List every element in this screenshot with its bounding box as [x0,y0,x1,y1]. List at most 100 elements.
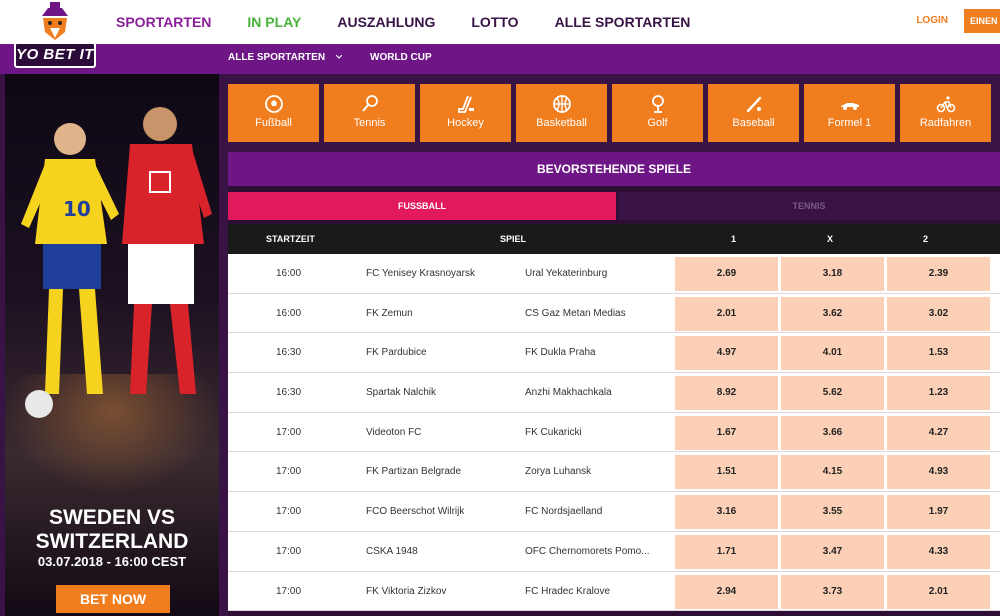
logo-text: YO BET IT [14,42,96,68]
odds-button-x[interactable]: 3.55 [781,495,884,530]
subnav-all-sports-label: ALLE SPORTARTEN [228,52,326,63]
sport-tile-hockey[interactable]: Hockey [420,84,511,142]
sport-tile-label: Fußball [255,117,292,129]
away-team: Zorya Luhansk [525,466,592,478]
nav-in-play[interactable]: IN PLAY [247,14,301,30]
main-nav: SPORTARTEN IN PLAY AUSZAHLUNG LOTTO ALLE… [116,0,726,44]
home-team: CSKA 1948 [366,545,418,557]
odds-button-1[interactable]: 2.69 [675,257,778,291]
odds-button-1[interactable]: 2.01 [675,296,778,331]
sport-tile-label: Tennis [353,117,386,129]
match-time: 17:00 [276,545,302,557]
odds-button-x[interactable]: 3.62 [781,296,884,331]
sport-tile-basketball[interactable]: Basketball [516,84,607,142]
odds-button-1[interactable]: 3.16 [675,495,778,530]
home-team: FK Partizan Belgrade [366,466,462,478]
player-switzerland-image [122,107,212,394]
home-team: Videoton FC [366,426,422,438]
home-team: FK Zemun [366,307,413,319]
nav-auszahlung[interactable]: AUSZAHLUNG [337,14,435,30]
away-team: OFC Chernomorets Pomo... [525,545,650,557]
odds-button-x[interactable]: 3.47 [781,534,884,569]
tab-fussball[interactable]: FUSSBALL [228,192,616,220]
tab-tennis[interactable]: TENNIS [618,192,1000,220]
sport-tile-label: Baseball [732,117,775,129]
sport-tile-formel1[interactable]: Formel 1 [804,84,895,142]
baseball-bat-icon [746,96,762,113]
match-time: 16:00 [276,307,302,319]
odds-button-x[interactable]: 4.15 [781,455,884,490]
table-row: 16:00 FC Yenisey Krasnoyarsk Ural Yekate… [228,254,1000,294]
match-time: 17:00 [276,426,302,438]
sport-tile-label: Formel 1 [827,117,872,129]
column-header-x: X [827,234,834,244]
race-car-icon [841,103,859,110]
nav-alle-sportarten[interactable]: ALLE SPORTARTEN [555,14,691,30]
away-team: FC Hradec Kralove [525,585,611,597]
home-team: FCO Beerschot Wilrijk [366,506,465,518]
hockey-stick-icon [458,95,474,113]
sport-tile-baseball[interactable]: Baseball [708,84,799,142]
nav-lotto[interactable]: LOTTO [471,14,518,30]
odds-button-2[interactable]: 4.93 [887,455,990,490]
odds-button-x[interactable]: 3.66 [781,415,884,450]
odds-button-1[interactable]: 4.97 [675,336,778,371]
odds-button-x[interactable]: 3.18 [781,257,884,291]
match-time: 17:00 [276,506,302,518]
sport-tile-label: Radfahren [919,117,972,129]
bicycle-icon [936,96,956,113]
odds-button-1[interactable]: 2.94 [675,574,778,609]
fox-icon [42,2,68,40]
odds-button-1[interactable]: 1.67 [675,415,778,450]
home-team: FC Yenisey Krasnoyarsk [366,268,475,279]
basketball-icon [553,95,571,113]
odds-button-1[interactable]: 8.92 [675,376,778,411]
column-header-2: 2 [923,234,929,244]
column-header-start: STARTZEIT [266,234,315,244]
match-time: 16:00 [276,268,302,279]
table-row: 17:00 Videoton FC FK Cukaricki 1.67 3.66… [228,412,1000,453]
sport-tile-golf[interactable]: Golf [612,84,703,142]
match-time: 17:00 [276,466,302,478]
table-header: STARTZEIT SPIEL 1 X 2 [228,224,1000,254]
golf-icon [652,95,664,113]
nav-sportarten[interactable]: SPORTARTEN [116,14,211,30]
sport-tile-fussball[interactable]: Fußball [228,84,319,142]
odds-button-2[interactable]: 4.27 [887,415,990,450]
promo-banner[interactable]: 10 SWEDEN VS SWITZERLAND 03.07.2018 - 16… [5,74,219,616]
odds-button-2[interactable]: 1.23 [887,376,990,411]
odds-button-x[interactable]: 5.62 [781,376,884,411]
away-team: Anzhi Makhachkala [525,387,612,399]
odds-button-2[interactable]: 2.39 [887,257,990,291]
odds-button-x[interactable]: 3.73 [781,574,884,609]
odds-button-2[interactable]: 1.97 [887,495,990,530]
sport-tile-tennis[interactable]: Tennis [324,84,415,142]
register-button[interactable]: EINEN [964,9,1000,33]
table-row: 17:00 FK Viktoria Zizkov FC Hradec Kralo… [228,571,1000,612]
matches-table: 16:00 FC Yenisey Krasnoyarsk Ural Yekate… [228,254,1000,612]
odds-button-2[interactable]: 1.53 [887,336,990,371]
odds-button-1[interactable]: 1.71 [675,534,778,569]
subnav-world-cup[interactable]: WORLD CUP [370,52,432,63]
table-row: 17:00 CSKA 1948 OFC Chernomorets Pomo...… [228,531,1000,572]
soccer-ball-icon [265,95,283,113]
brand-logo[interactable]: YO BET IT [8,2,100,68]
login-link[interactable]: LOGIN [916,15,948,26]
away-team: FK Cukaricki [525,426,582,438]
upcoming-matches-panel: BEVORSTEHENDE SPIELE FUSSBALL TENNIS STA… [228,152,1000,616]
sub-nav: ALLE SPORTARTEN WORLD CUP [0,44,1000,74]
odds-button-1[interactable]: 1.51 [675,455,778,490]
sport-tile-radfahren[interactable]: Radfahren [900,84,991,142]
chevron-down-icon [335,55,343,60]
table-row: 17:00 FK Partizan Belgrade Zorya Luhansk… [228,452,1000,493]
odds-button-2[interactable]: 4.33 [887,534,990,569]
odds-button-2[interactable]: 2.01 [887,574,990,609]
match-time: 16:30 [276,387,302,399]
bet-now-button[interactable]: BET NOW [56,585,170,613]
odds-button-x[interactable]: 4.01 [781,336,884,371]
sport-tile-label: Golf [647,117,668,129]
tennis-racket-icon [362,95,378,112]
odds-button-2[interactable]: 3.02 [887,296,990,331]
sports-tiles: Fußball Tennis Hockey Basketball Golf Ba… [228,84,1000,142]
subnav-all-sports[interactable]: ALLE SPORTARTEN [228,52,343,63]
